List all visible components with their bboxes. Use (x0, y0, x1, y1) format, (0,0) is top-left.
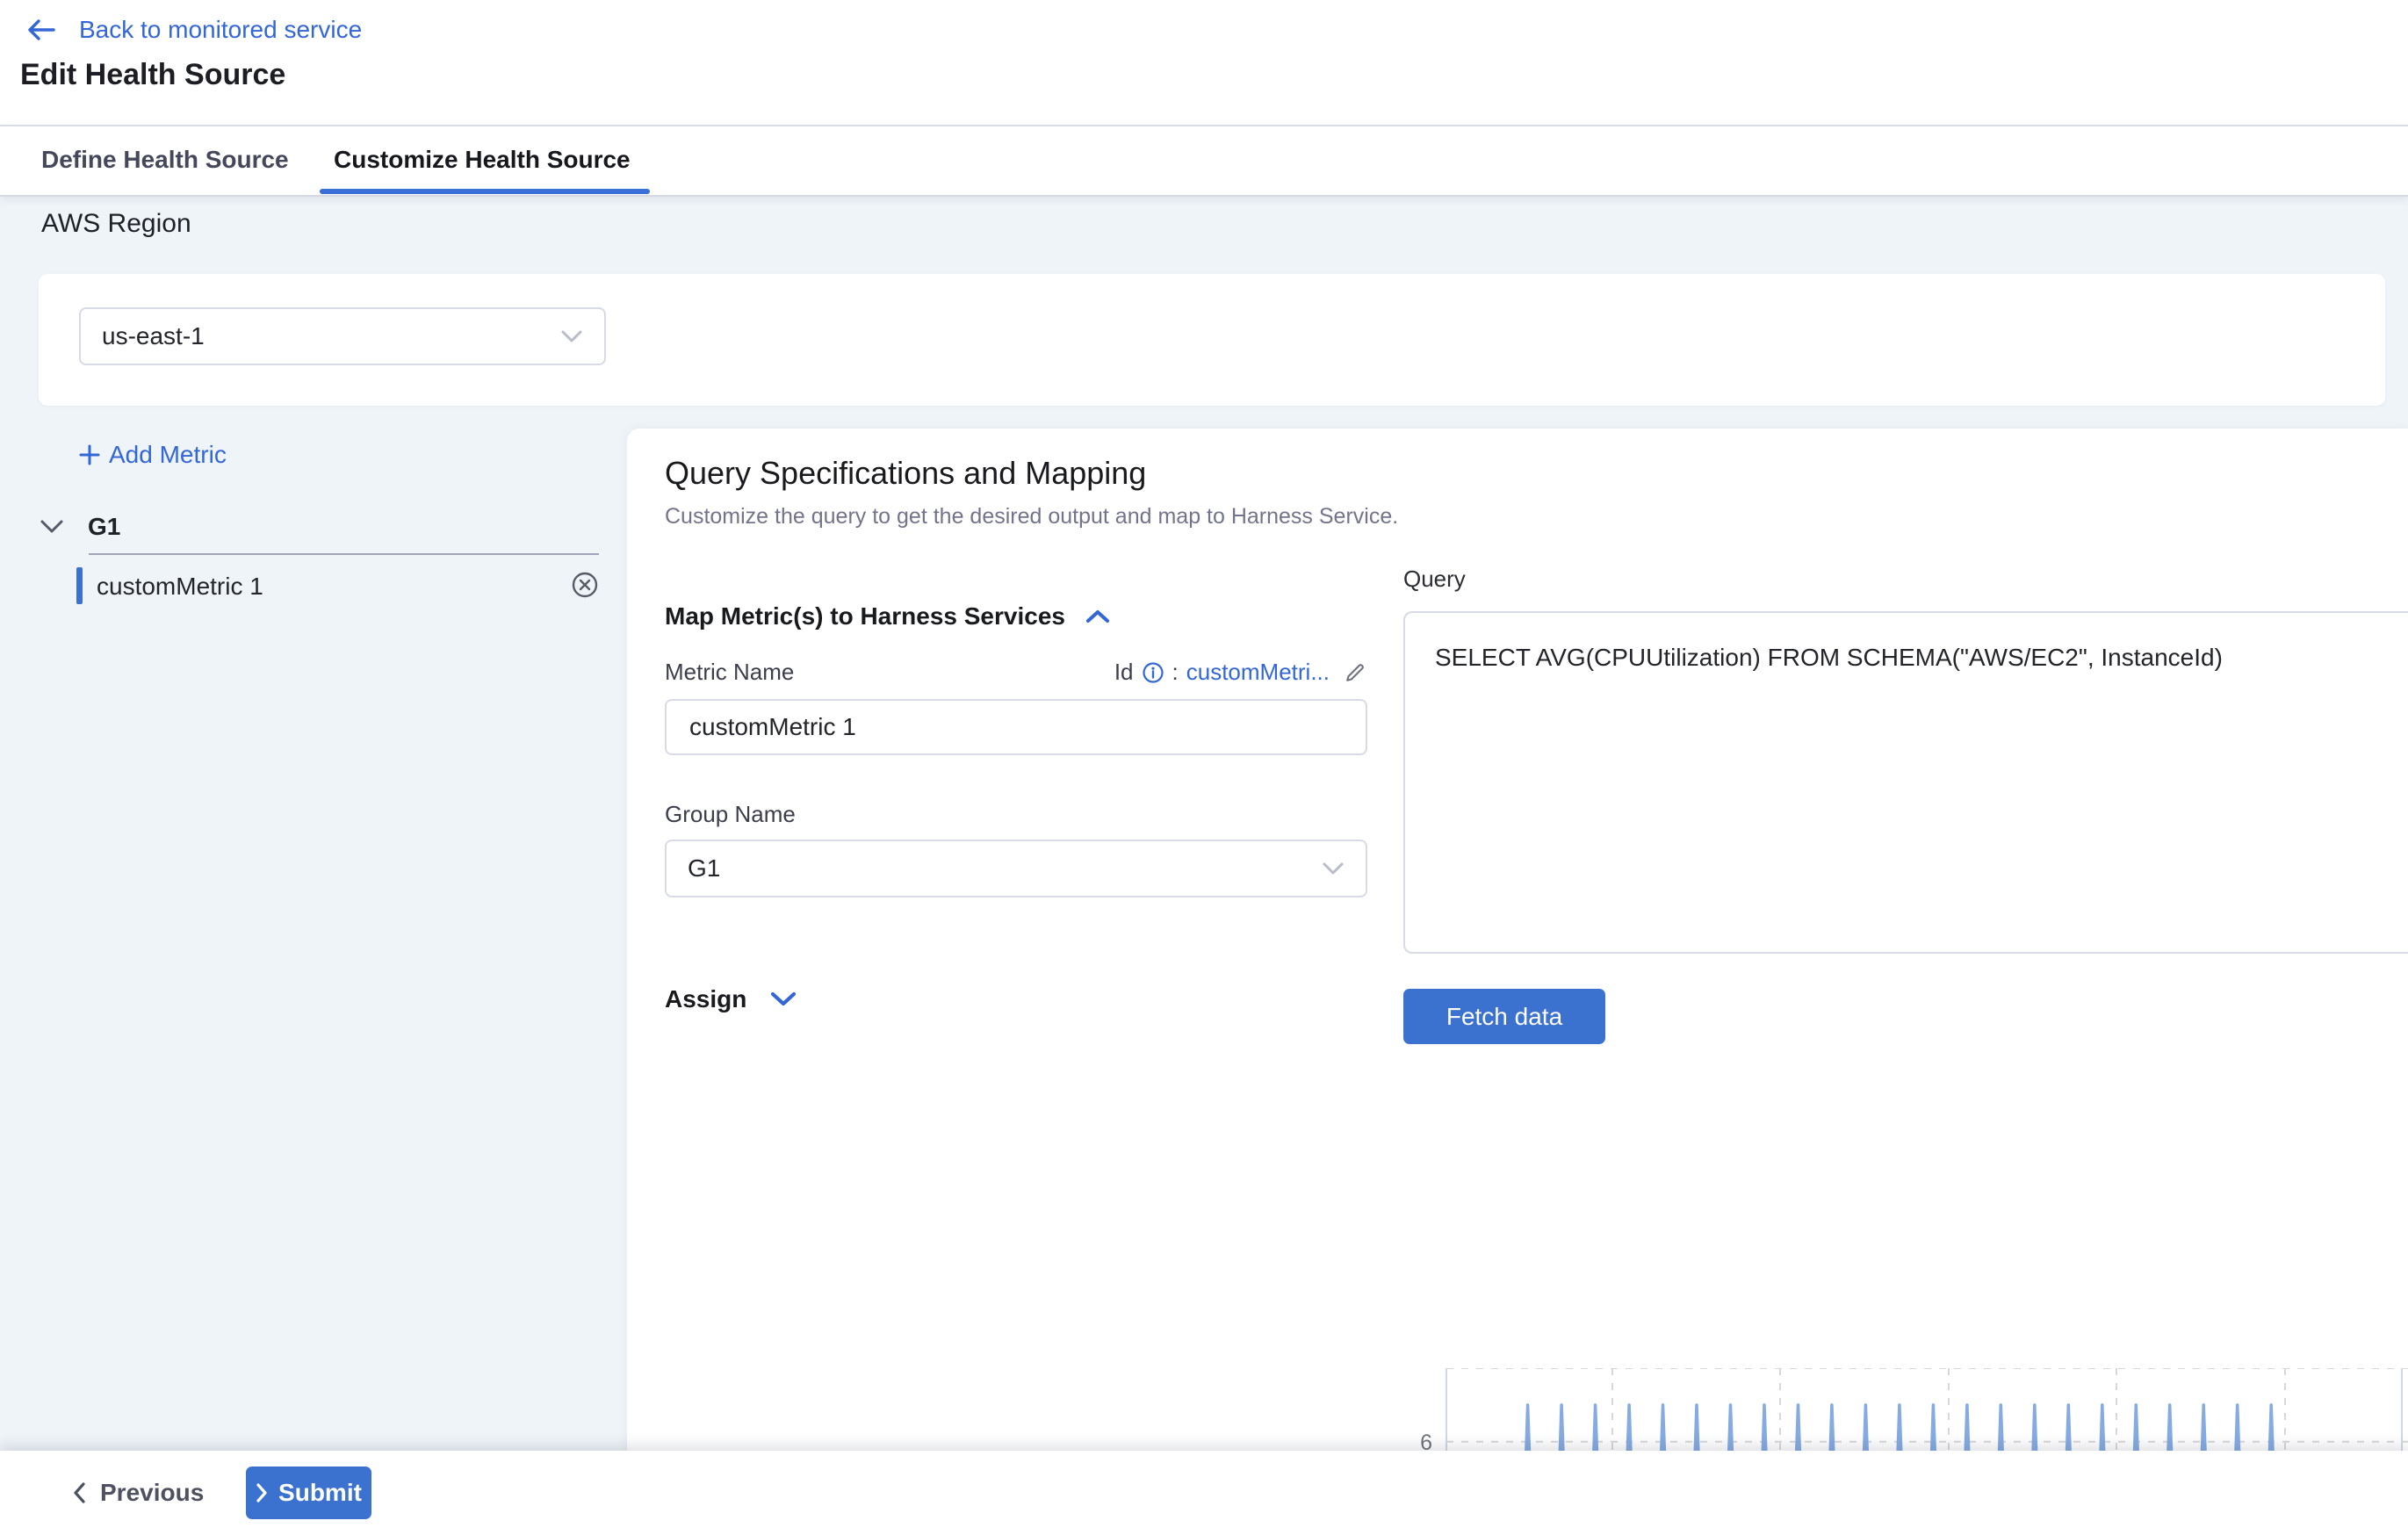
group-divider (89, 553, 599, 555)
group-name-select[interactable]: G1 (665, 840, 1367, 897)
assign-section-toggle[interactable]: Assign (665, 985, 797, 1013)
group-name-label: Group Name (665, 801, 796, 828)
id-separator: : (1172, 659, 1179, 686)
chevron-left-icon (72, 1481, 86, 1504)
query-input[interactable]: SELECT AVG(CPUUtilization) FROM SCHEMA("… (1403, 611, 2408, 954)
group-name-value: G1 (688, 854, 720, 883)
back-arrow-icon (26, 18, 56, 41)
aws-region-label: AWS Region (41, 209, 191, 239)
selected-metric-indicator (76, 567, 83, 604)
aws-region-value: us-east-1 (102, 322, 205, 350)
content-area: AWS Region us-east-1 Add Metric G1 custo… (0, 197, 2408, 1535)
tab-bar: Define Health Source Customize Health So… (0, 126, 2408, 197)
submit-label: Submit (278, 1479, 362, 1507)
chevron-down-icon (560, 329, 583, 343)
aws-region-card: us-east-1 (39, 274, 2385, 406)
aws-region-select[interactable]: us-east-1 (79, 307, 606, 365)
map-metrics-section-title: Map Metric(s) to Harness Services (665, 602, 1065, 631)
metric-id-link[interactable]: customMetri... (1186, 659, 1330, 686)
page-title: Edit Health Source (20, 58, 285, 92)
chevron-down-icon (1322, 861, 1345, 876)
chevron-right-icon (256, 1482, 268, 1503)
tab-define-health-source[interactable]: Define Health Source (41, 146, 289, 174)
metric-name-input[interactable] (665, 699, 1367, 755)
footer-bar: Previous Submit (0, 1451, 2408, 1535)
metric-item-label: customMetric 1 (97, 573, 263, 601)
header: Back to monitored service Edit Health So… (0, 0, 2408, 126)
edit-health-source-page: Back to monitored service Edit Health So… (0, 0, 2408, 1535)
chevron-down-icon (769, 991, 797, 1008)
metric-list-item[interactable]: customMetric 1 (76, 566, 603, 606)
previous-label: Previous (100, 1479, 204, 1507)
back-link-label[interactable]: Back to monitored service (79, 16, 362, 44)
metric-name-row: Metric Name Id : customMetri... (665, 659, 1367, 686)
plus-icon (77, 443, 102, 467)
info-icon[interactable] (1142, 661, 1164, 684)
chevron-up-icon (1085, 609, 1111, 624)
edit-icon[interactable] (1343, 660, 1367, 685)
id-label: Id (1114, 659, 1134, 686)
tab-customize-health-source[interactable]: Customize Health Source (334, 146, 631, 174)
back-link[interactable]: Back to monitored service (26, 14, 362, 46)
metric-group-name[interactable]: G1 (88, 513, 120, 541)
add-metric-button[interactable]: Add Metric (77, 441, 227, 469)
map-metrics-section-toggle[interactable]: Map Metric(s) to Harness Services (665, 602, 1111, 631)
submit-button[interactable]: Submit (246, 1467, 371, 1519)
metric-name-label: Metric Name (665, 659, 794, 686)
group-collapse-chevron-icon[interactable] (39, 518, 65, 540)
panel-title: Query Specifications and Mapping (665, 455, 1146, 492)
assign-label: Assign (665, 985, 746, 1013)
previous-button[interactable]: Previous (67, 1467, 209, 1519)
active-tab-underline (320, 189, 650, 194)
fetch-data-button[interactable]: Fetch data (1403, 989, 1605, 1044)
panel-subtitle: Customize the query to get the desired o… (665, 504, 1398, 530)
add-metric-label: Add Metric (109, 441, 227, 469)
remove-metric-icon[interactable] (571, 571, 599, 599)
query-label: Query (1403, 566, 1466, 593)
